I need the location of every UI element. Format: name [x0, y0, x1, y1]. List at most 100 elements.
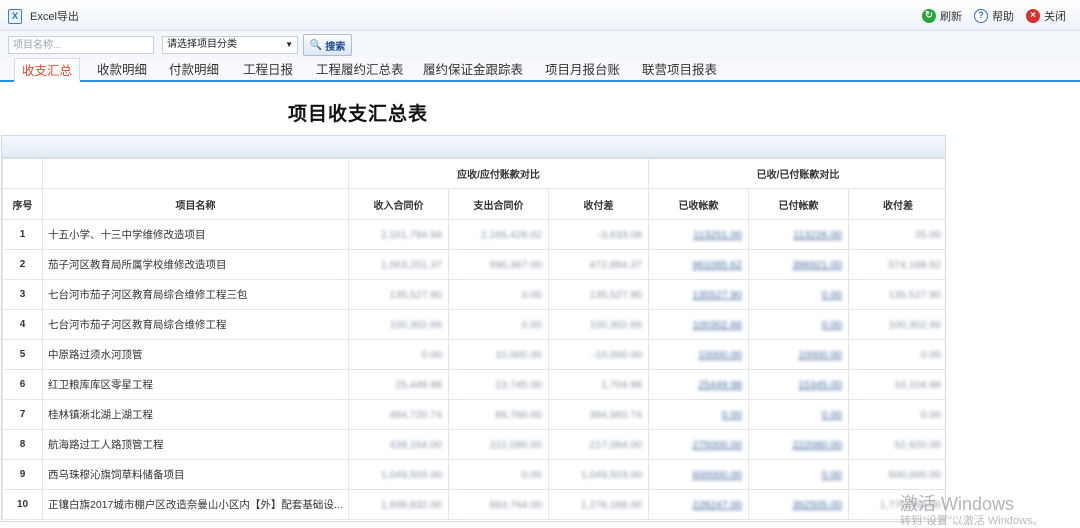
tab-payments[interactable]: 付款明细	[169, 58, 219, 82]
table-row[interactable]: 10 正镶白旗2017城市棚户区改造奈曼山小区内【外】配套基础设... 1,939,…	[2, 489, 945, 520]
excel-export-label: Excel导出	[30, 11, 79, 23]
tab-performance-summary[interactable]: 工程履约汇总表	[316, 58, 404, 82]
column-header[interactable]: 收入合同价	[348, 188, 449, 220]
expense-contract-cell: 663,764.00	[448, 489, 549, 520]
received-cell[interactable]: 25449.98	[648, 369, 750, 400]
received-cell[interactable]: 275000.00	[648, 429, 750, 460]
received-cell[interactable]: 10000.00	[648, 339, 750, 370]
row-number: 3	[2, 279, 43, 310]
help-icon: ?	[974, 9, 988, 23]
paid-cell[interactable]: 362505.00	[748, 489, 850, 520]
received-cell[interactable]: 113251.00	[648, 219, 750, 250]
grid-header-bar	[2, 136, 945, 158]
project-name-cell: 红卫粮库库区零星工程	[42, 369, 349, 400]
paid-cell[interactable]: 222080.00	[748, 429, 850, 460]
paid-cell[interactable]: 0.00	[748, 309, 850, 340]
paid-cell[interactable]: 0.00	[748, 279, 850, 310]
search-button-label: 搜索	[325, 41, 346, 53]
expense-contract-cell: 0.00	[448, 309, 549, 340]
expense-contract-cell: 2,165,428.02	[448, 219, 549, 250]
income-contract-cell: 484,720.74	[348, 399, 449, 430]
received-diff-cell: 0.00	[848, 339, 945, 370]
category-select[interactable]: 请选择项目分类 ▼	[162, 36, 298, 54]
received-cell[interactable]: 135527.90	[648, 279, 750, 310]
help-button[interactable]: ? 帮助	[974, 8, 1014, 24]
paid-cell[interactable]: 0.00	[748, 399, 850, 430]
header-blank	[42, 158, 349, 189]
received-cell[interactable]: 228247.00	[648, 489, 750, 520]
page-title: 项目收支汇总表	[288, 104, 429, 125]
search-button[interactable]: 🔍 搜索	[303, 34, 352, 56]
paid-cell[interactable]: 113226.00	[748, 219, 850, 250]
table-row[interactable]: 7 桂林镇淅北湖上湖工程 484,720.74 89,760.00 394,960.74…	[2, 399, 945, 430]
close-button[interactable]: × 关闭	[1026, 8, 1066, 24]
paid-cell[interactable]: 386921.00	[748, 249, 850, 280]
table-row[interactable]: 8 航海路过工人路顶管工程 439,164.00 222,080.00 217,084.…	[2, 429, 945, 460]
category-select-value: 请选择项目分类	[167, 39, 237, 50]
table-row[interactable]: 4 七台河市茄子河区教育局综合维修工程 100,302.66 0.00 100,302.…	[2, 309, 945, 340]
row-number: 1	[2, 219, 43, 250]
table-row[interactable]: 2 茄子河区教育局所属学校维修改造项目 1,063,251.37 590,367.00…	[2, 249, 945, 280]
project-name-input[interactable]	[8, 36, 154, 54]
received-diff-cell: 10,104.98	[848, 369, 945, 400]
tab-receipts[interactable]: 收款明细	[97, 58, 147, 82]
project-name-cell: 七台河市茄子河区教育局综合维修工程三包	[42, 279, 349, 310]
group-header-receivable-payable: 应收/应付账款对比	[347, 158, 650, 189]
paid-cell[interactable]: 15345.00	[748, 369, 850, 400]
tab-daily-report[interactable]: 工程日报	[243, 58, 293, 82]
column-header[interactable]: 支出合同价	[448, 188, 549, 220]
table-row[interactable]: 6 红卫粮库库区零星工程 25,449.98 23,745.00 1,704.98 254…	[2, 369, 945, 400]
tab-joint-projects[interactable]: 联营项目报表	[642, 58, 717, 82]
contract-diff-cell: 135,527.90	[547, 279, 650, 310]
table-row[interactable]: 1 十五小学、十三中学维修改造项目 2,161,794.94 2,165,428.02…	[2, 219, 945, 250]
contract-diff-cell: 217,084.00	[547, 429, 650, 460]
tab-summary[interactable]: 收支汇总	[14, 58, 81, 82]
dropdown-arrow-icon: ▼	[285, 40, 293, 49]
project-name-cell: 西乌珠穆沁旗饲草料储备项目	[42, 459, 349, 490]
received-cell[interactable]: 100302.66	[648, 309, 750, 340]
column-header[interactable]: 收付差	[547, 188, 650, 220]
received-cell[interactable]: 961085.62	[648, 249, 750, 280]
income-contract-cell: 439,164.00	[348, 429, 449, 460]
excel-export-button[interactable]: X Excel导出	[8, 8, 79, 24]
tab-deposit-tracking[interactable]: 履约保证金跟踪表	[423, 58, 523, 82]
row-number: 10	[2, 489, 43, 520]
income-contract-cell: 1,049,503.00	[348, 459, 449, 490]
project-name-cell: 桂林镇淅北湖上湖工程	[42, 399, 349, 430]
received-cell[interactable]: 0.00	[648, 399, 750, 430]
row-number: 7	[2, 399, 43, 430]
column-header[interactable]: 项目名称	[42, 188, 349, 220]
close-icon: ×	[1026, 9, 1040, 23]
column-header[interactable]: 已收帐款	[648, 188, 750, 220]
contract-diff-cell: 100,302.66	[547, 309, 650, 340]
received-diff-cell: 0.00	[848, 399, 945, 430]
row-number: 6	[2, 369, 43, 400]
expense-contract-cell: 222,080.00	[448, 429, 549, 460]
tab-monthly-ledger[interactable]: 项目月报台账	[545, 58, 620, 82]
toolbar: X Excel导出 ↻ 刷新 ? 帮助 × 关闭	[0, 0, 1080, 31]
expense-contract-cell: 0.00	[448, 459, 549, 490]
column-header[interactable]: 收付差	[848, 188, 945, 220]
column-header[interactable]: 已付帐款	[748, 188, 850, 220]
income-contract-cell: 0.00	[348, 339, 449, 370]
refresh-button[interactable]: ↻ 刷新	[922, 8, 962, 24]
income-contract-cell: 100,302.66	[348, 309, 449, 340]
table-row[interactable]: 3 七台河市茄子河区教育局综合维修工程三包 135,527.90 0.00 135,52…	[2, 279, 945, 310]
project-name-cell: 十五小学、十三中学维修改造项目	[42, 219, 349, 250]
contract-diff-cell: -3,633.08	[547, 219, 650, 250]
group-header-received-paid: 已收/已付账款对比	[648, 158, 945, 189]
table-row[interactable]: 5 中原路过须水河顶管 0.00 10,000.00 -10,000.00 10000.0…	[2, 339, 945, 370]
row-number: 8	[2, 429, 43, 460]
close-label: 关闭	[1044, 11, 1066, 23]
expense-contract-cell: 10,000.00	[448, 339, 549, 370]
refresh-icon: ↻	[922, 9, 936, 23]
paid-cell[interactable]: 0.00	[748, 459, 850, 490]
paid-cell[interactable]: 10000.00	[748, 339, 850, 370]
income-contract-cell: 1,063,251.37	[348, 249, 449, 280]
received-cell[interactable]: 600000.00	[648, 459, 750, 490]
table-row[interactable]: 9 西乌珠穆沁旗饲草料储备项目 1,049,503.00 0.00 1,049,503.…	[2, 459, 945, 490]
project-name-cell: 七台河市茄子河区教育局综合维修工程	[42, 309, 349, 340]
received-diff-cell: 25.00	[848, 219, 945, 250]
project-name-cell: 中原路过须水河顶管	[42, 339, 349, 370]
column-header[interactable]: 序号	[2, 188, 43, 220]
